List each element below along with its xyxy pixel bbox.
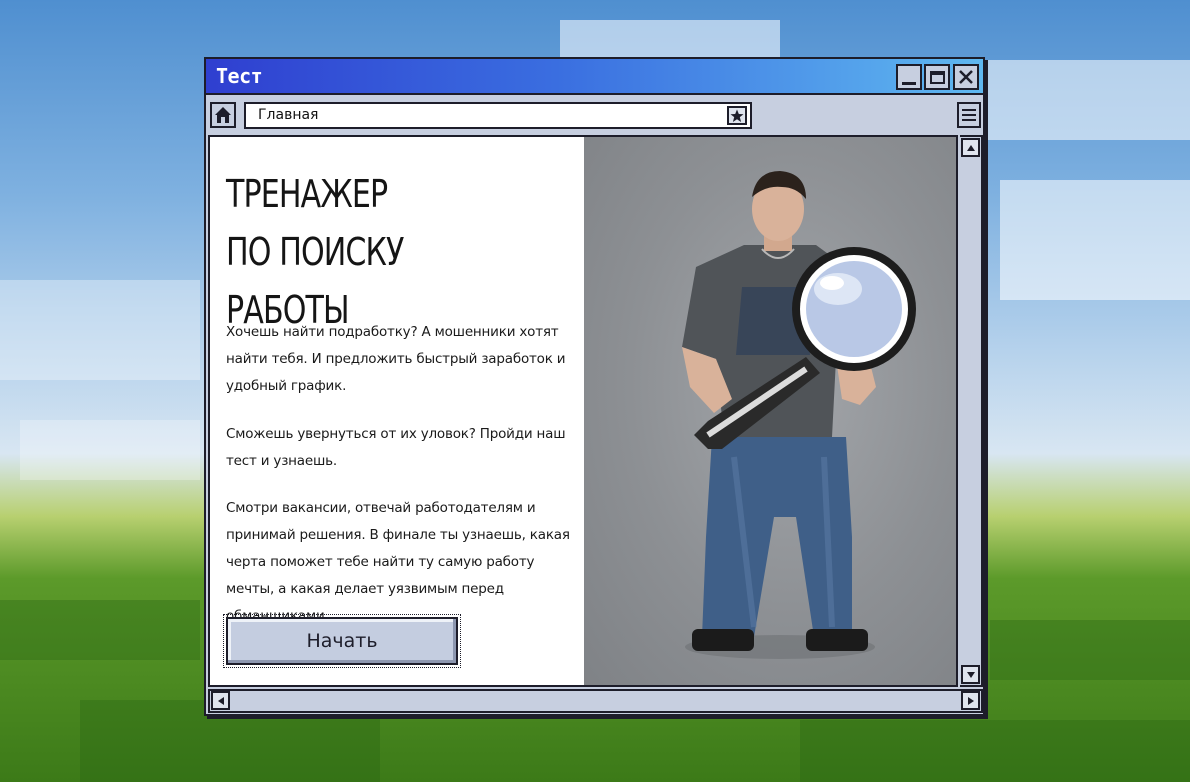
scroll-up-button[interactable] bbox=[961, 138, 980, 157]
scroll-left-button[interactable] bbox=[211, 691, 230, 710]
close-icon bbox=[959, 70, 973, 84]
maximize-icon bbox=[929, 70, 945, 84]
vertical-scrollbar[interactable] bbox=[960, 135, 983, 687]
intro-paragraph-1: Хочешь найти подработку? А мошенники хот… bbox=[226, 324, 566, 394]
arrow-up-icon bbox=[966, 144, 975, 151]
page-viewport: ТРЕНАЖЕР ПО ПОИСКУ РАБОТЫ Хочешь найти п… bbox=[208, 135, 958, 687]
home-button[interactable] bbox=[210, 102, 236, 128]
window-title: Тест bbox=[216, 64, 263, 88]
arrow-left-icon bbox=[217, 696, 224, 705]
page-title: ТРЕНАЖЕР ПО ПОИСКУ РАБОТЫ bbox=[226, 165, 534, 339]
intro-paragraph-2: Сможешь увернуться от их уловок? Пройди … bbox=[226, 426, 566, 469]
hamburger-icon bbox=[962, 109, 976, 111]
arrow-right-icon bbox=[967, 696, 974, 705]
browser-window: Тест Главная ТРЕНАЖЕР ПО ПОИСКУ РАБОТЫ Х… bbox=[204, 57, 985, 716]
scroll-down-button[interactable] bbox=[961, 665, 980, 684]
minimize-button[interactable] bbox=[896, 64, 922, 90]
intro-panel: ТРЕНАЖЕР ПО ПОИСКУ РАБОТЫ Хочешь найти п… bbox=[210, 137, 584, 685]
close-button[interactable] bbox=[953, 64, 979, 90]
home-icon bbox=[215, 107, 231, 123]
address-text: Главная bbox=[258, 107, 319, 123]
minimize-icon bbox=[902, 81, 916, 85]
star-icon bbox=[730, 109, 744, 122]
arrow-down-icon bbox=[966, 671, 975, 678]
maximize-button[interactable] bbox=[924, 64, 950, 90]
intro-paragraph-3: Смотри вакансии, отвечай работодателям и… bbox=[226, 500, 570, 624]
address-bar[interactable]: Главная bbox=[244, 102, 752, 129]
hero-photo bbox=[584, 137, 956, 685]
horizontal-scrollbar[interactable] bbox=[208, 689, 983, 713]
toolbar: Главная bbox=[206, 97, 983, 133]
person-with-magnifier-illustration bbox=[682, 171, 916, 659]
title-bar[interactable]: Тест bbox=[206, 59, 983, 95]
scroll-right-button[interactable] bbox=[961, 691, 980, 710]
title-line-1: ТРЕНАЖЕР bbox=[226, 172, 388, 216]
bookmark-button[interactable] bbox=[727, 106, 747, 125]
start-button[interactable]: Начать bbox=[223, 614, 461, 668]
menu-button[interactable] bbox=[957, 102, 981, 128]
